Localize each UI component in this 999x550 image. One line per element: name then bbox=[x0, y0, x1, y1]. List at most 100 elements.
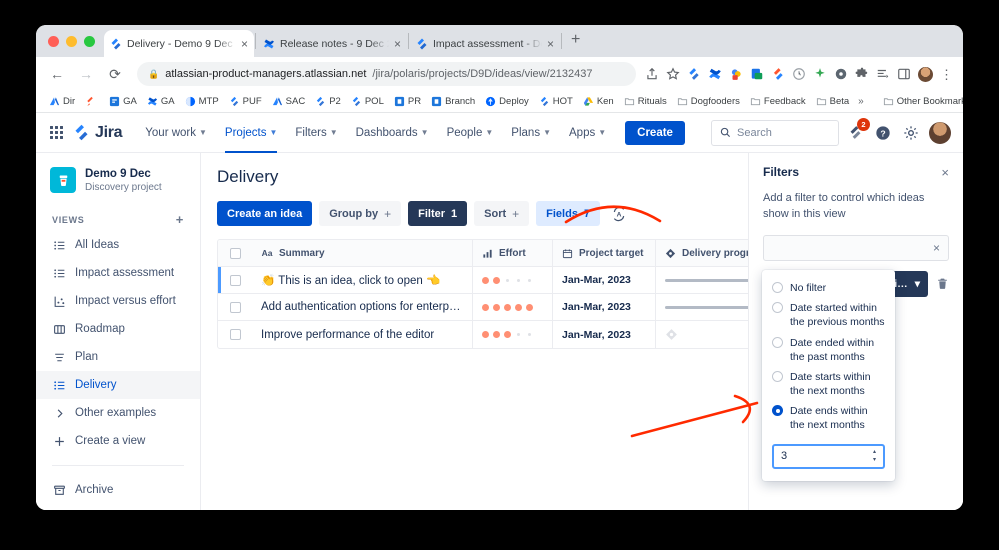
bookmark-dir[interactable]: Dir bbox=[44, 96, 80, 107]
filter-option-date-started-previous[interactable]: Date started within the previous months bbox=[762, 298, 895, 332]
bookmark-beta[interactable]: Beta bbox=[811, 96, 855, 107]
create-an-idea-button[interactable]: Create an idea bbox=[217, 201, 313, 226]
select-all-cell[interactable] bbox=[218, 240, 252, 266]
browser-tab-1[interactable]: Delivery - Demo 9 Dec - Jira P × bbox=[104, 30, 254, 57]
add-view-icon[interactable]: + bbox=[176, 213, 184, 226]
address-bar[interactable]: 🔒 atlassian-product-managers.atlassian.n… bbox=[137, 62, 636, 86]
maximize-window-button[interactable] bbox=[84, 35, 95, 47]
table-row[interactable]: Add authentication options for enterpris… bbox=[218, 294, 748, 321]
row-effort-cell[interactable] bbox=[473, 294, 553, 320]
window-traffic-lights[interactable] bbox=[44, 25, 104, 57]
sidebar-item-plan[interactable]: Plan bbox=[36, 343, 200, 371]
filter-option-date-starts-next[interactable]: Date starts within the next months bbox=[762, 367, 895, 401]
close-tab-3-icon[interactable]: × bbox=[547, 38, 554, 50]
radio-icon[interactable] bbox=[772, 405, 783, 417]
bookmarks-overflow-icon[interactable]: » bbox=[854, 96, 868, 107]
bookmark-feedback[interactable]: Feedback bbox=[745, 96, 811, 107]
row-effort-cell[interactable] bbox=[473, 321, 553, 348]
share-icon[interactable] bbox=[645, 67, 659, 81]
help-button[interactable]: ? bbox=[871, 121, 895, 145]
filter-option-date-ends-next[interactable]: Date ends within the next months bbox=[762, 401, 895, 435]
stepper-down-icon[interactable]: ▾ bbox=[873, 457, 876, 463]
bookmark-pin[interactable] bbox=[80, 96, 104, 107]
trash-icon[interactable] bbox=[936, 277, 949, 290]
row-select-cell[interactable] bbox=[218, 267, 252, 293]
create-button[interactable]: Create bbox=[625, 120, 685, 145]
other-bookmarks-folder[interactable]: Other Bookmarks bbox=[878, 96, 963, 107]
row-checkbox[interactable] bbox=[229, 274, 241, 286]
bookmark-dogfooders[interactable]: Dogfooders bbox=[672, 96, 745, 107]
column-summary[interactable]: Aa Summary bbox=[252, 240, 473, 266]
clock-ext-icon[interactable] bbox=[792, 67, 806, 81]
sort-button[interactable]: Sort + bbox=[474, 201, 530, 226]
nav-people[interactable]: People ▼ bbox=[438, 119, 503, 147]
nav-filters[interactable]: Filters ▼ bbox=[286, 119, 346, 147]
stepper-up-icon[interactable]: ▴ bbox=[873, 449, 876, 455]
sidebar-item-roadmap[interactable]: Roadmap bbox=[36, 315, 200, 343]
row-checkbox[interactable] bbox=[229, 301, 241, 313]
puzzle-icon[interactable] bbox=[855, 67, 869, 81]
global-search-box[interactable]: Search bbox=[711, 119, 839, 146]
jira-pin-icon[interactable] bbox=[771, 67, 785, 81]
bookmark-p2[interactable]: P2 bbox=[310, 96, 346, 107]
months-stepper[interactable]: 3 ▴ ▾ bbox=[772, 443, 885, 469]
minimize-window-button[interactable] bbox=[66, 35, 77, 47]
filter-search-input[interactable]: × bbox=[763, 234, 949, 261]
loom-ext-icon[interactable] bbox=[834, 67, 848, 81]
sparkle-ext-icon[interactable] bbox=[813, 67, 827, 81]
bookmark-pr[interactable]: PR bbox=[389, 96, 426, 107]
bookmark-mtp[interactable]: MTP bbox=[180, 96, 224, 107]
browser-menu-icon[interactable]: ⋮ bbox=[940, 68, 953, 81]
jira-ext-icon[interactable] bbox=[687, 67, 701, 81]
bookmark-rituals[interactable]: Rituals bbox=[619, 96, 672, 107]
row-target-cell[interactable]: Jan-Mar, 2023 bbox=[553, 267, 656, 293]
row-effort-cell[interactable] bbox=[473, 267, 553, 293]
sidebar-item-delivery[interactable]: Delivery bbox=[36, 371, 200, 400]
select-all-checkbox[interactable] bbox=[229, 247, 241, 259]
nav-dashboards[interactable]: Dashboards ▼ bbox=[347, 119, 438, 147]
radio-icon[interactable] bbox=[772, 370, 783, 382]
star-icon[interactable] bbox=[666, 67, 680, 81]
browser-tab-2[interactable]: Release notes - 9 Dec 2022 - × bbox=[257, 30, 407, 57]
fields-button[interactable]: Fields 7 bbox=[536, 201, 601, 226]
jira-logo[interactable]: Jira bbox=[73, 124, 123, 142]
nav-your-work[interactable]: Your work ▼ bbox=[136, 119, 216, 147]
user-avatar[interactable] bbox=[929, 121, 951, 144]
browser-tab-3[interactable]: Impact assessment - Demo - 9 × bbox=[410, 30, 560, 57]
group-by-button[interactable]: Group by + bbox=[319, 201, 402, 226]
project-header[interactable]: Demo 9 Dec Discovery project bbox=[36, 167, 200, 205]
new-tab-button[interactable]: + bbox=[563, 31, 588, 52]
column-effort[interactable]: Effort bbox=[473, 240, 553, 266]
filter-option-date-ended-past[interactable]: Date ended within the past months bbox=[762, 333, 895, 367]
bookmark-ga-2[interactable]: GA bbox=[142, 96, 180, 107]
row-select-cell[interactable] bbox=[218, 321, 252, 348]
bookmark-sac[interactable]: SAC bbox=[267, 96, 311, 107]
sidebar-item-impact-versus-effort[interactable]: Impact versus effort bbox=[36, 287, 200, 315]
row-summary-cell[interactable]: 👏 This is an idea, click to open 👈 bbox=[252, 267, 473, 293]
row-summary-cell[interactable]: Improve performance of the editor bbox=[252, 321, 473, 348]
nav-apps[interactable]: Apps ▼ bbox=[560, 119, 615, 147]
row-checkbox[interactable] bbox=[229, 329, 241, 340]
filter-button[interactable]: Filter 1 bbox=[408, 201, 468, 226]
nav-plans[interactable]: Plans ▼ bbox=[502, 119, 560, 147]
slides-ext-icon[interactable] bbox=[750, 67, 764, 81]
radio-icon[interactable] bbox=[772, 282, 783, 293]
clear-search-icon[interactable]: × bbox=[933, 241, 940, 255]
sidepanel-icon[interactable] bbox=[897, 67, 911, 81]
forward-button[interactable]: → bbox=[73, 61, 99, 87]
bookmark-ga-1[interactable]: GA bbox=[104, 96, 142, 107]
column-delivery-progress[interactable]: Delivery progress bbox=[656, 240, 748, 266]
settings-button[interactable] bbox=[899, 121, 923, 145]
radio-icon[interactable] bbox=[772, 336, 783, 348]
reload-button[interactable]: ⟳ bbox=[102, 61, 128, 87]
browser-profile-avatar[interactable] bbox=[918, 66, 933, 82]
row-progress-cell[interactable] bbox=[656, 321, 748, 348]
sidebar-item-all-ideas[interactable]: All Ideas bbox=[36, 231, 200, 259]
stepper-arrows[interactable]: ▴ ▾ bbox=[873, 449, 876, 463]
column-project-target[interactable]: Project target bbox=[553, 240, 656, 266]
sidebar-item-other-examples[interactable]: Other examples bbox=[36, 399, 200, 427]
sidebar-item-impact-assessment[interactable]: Impact assessment bbox=[36, 259, 200, 287]
chevron-down-icon[interactable]: ▾ bbox=[915, 278, 920, 290]
close-window-button[interactable] bbox=[48, 35, 59, 47]
bookmark-ken[interactable]: Ken bbox=[578, 96, 619, 107]
